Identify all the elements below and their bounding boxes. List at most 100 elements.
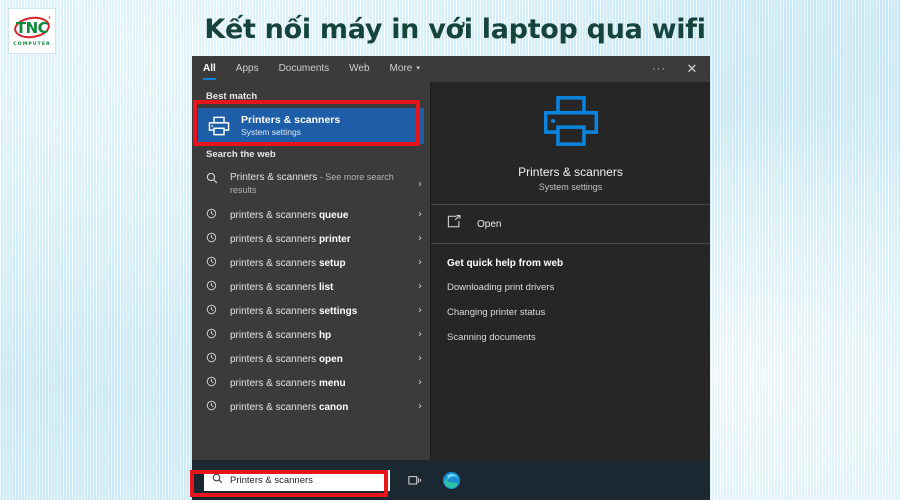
chevron-right-icon: › — [418, 179, 422, 190]
web-result-menu-keyword: menu — [318, 378, 346, 389]
web-result-list-label: printers & scanners list — [230, 276, 414, 294]
web-result-menu[interactable]: printers & scanners menu › — [192, 372, 430, 396]
web-result-setup-keyword: setup — [318, 258, 346, 269]
quick-help-heading: Get quick help from web — [447, 258, 564, 269]
chevron-right-icon: › — [418, 377, 422, 388]
web-result-settings-keyword: settings — [318, 306, 358, 317]
preview-title: Printers & scanners — [518, 164, 623, 179]
history-icon — [206, 232, 222, 243]
history-icon — [206, 400, 222, 411]
history-icon — [206, 328, 222, 339]
window-controls: ··· ✕ — [644, 56, 710, 82]
web-result-printer[interactable]: printers & scanners printer › — [192, 228, 430, 252]
chevron-right-icon: › — [418, 281, 422, 292]
web-result-see-more-query: Printers & scanners — [230, 172, 318, 183]
web-result-printer-label: printers & scanners printer — [230, 228, 414, 246]
printer-icon — [207, 114, 231, 138]
tab-documents-label: Documents — [278, 63, 330, 74]
web-result-printer-keyword: printer — [318, 234, 351, 245]
open-button-label: Open — [477, 218, 502, 230]
web-result-hp-keyword: hp — [318, 330, 332, 341]
logo-registered-mark: ® — [48, 15, 51, 20]
logo-subtitle-text: COMPUTER — [13, 42, 51, 47]
web-result-printer-prefix: printers & scanners — [230, 234, 319, 245]
chevron-right-icon: › — [418, 353, 422, 364]
search-the-web-heading: Search the web — [206, 149, 276, 160]
edge-browser-icon[interactable] — [436, 471, 466, 490]
search-icon — [212, 471, 223, 489]
tab-more[interactable]: More ▾ — [390, 60, 420, 78]
web-result-settings-label: printers & scanners settings — [230, 300, 414, 318]
tab-web[interactable]: Web — [349, 60, 369, 78]
best-match-title: Printers & scanners — [241, 114, 341, 127]
best-match-subtitle: System settings — [241, 127, 301, 138]
chevron-down-icon: ▾ — [416, 65, 420, 73]
more-options-icon[interactable]: ··· — [644, 63, 674, 75]
quick-help-block: Get quick help from web Downloading prin… — [431, 244, 710, 357]
best-match-result-printers-and-scanners[interactable]: Printers & scanners System settings — [198, 108, 424, 144]
taskbar-search-value: Printers & scanners — [230, 474, 313, 486]
taskbar-search-input[interactable]: Printers & scanners — [204, 469, 390, 491]
best-match-heading: Best match — [206, 91, 258, 102]
printer-icon-large — [542, 95, 600, 152]
tnc-computer-logo: TNC ® COMPUTER — [8, 8, 56, 54]
history-icon — [206, 256, 222, 267]
taskbar: Printers & scanners — [192, 460, 710, 500]
web-result-open-label: printers & scanners open — [230, 348, 414, 366]
help-link-changing-printer-status[interactable]: Changing printer status — [447, 307, 710, 318]
web-result-queue-label: printers & scanners queue — [230, 204, 414, 222]
chevron-right-icon: › — [418, 329, 422, 340]
logo-mark: TNC ® — [12, 14, 52, 41]
preview-hero: Printers & scanners System settings — [431, 82, 710, 204]
web-result-list[interactable]: printers & scanners list › — [192, 276, 430, 300]
chevron-right-icon: › — [418, 257, 422, 268]
help-link-scanning-documents[interactable]: Scanning documents — [447, 332, 710, 343]
chevron-right-icon: › — [418, 401, 422, 412]
web-result-hp[interactable]: printers & scanners hp › — [192, 324, 430, 348]
preview-pane: Printers & scanners System settings Open — [430, 82, 710, 460]
close-icon[interactable]: ✕ — [674, 62, 710, 77]
history-icon — [206, 376, 222, 387]
open-button[interactable]: Open — [431, 205, 710, 243]
search-tabbar: All Apps Documents Web More ▾ ··· ✕ — [192, 56, 710, 82]
tab-apps[interactable]: Apps — [236, 60, 259, 78]
web-result-open-keyword: open — [318, 354, 343, 365]
web-result-list-prefix: printers & scanners — [230, 282, 319, 293]
web-result-hp-label: printers & scanners hp — [230, 324, 414, 342]
history-icon — [206, 208, 222, 219]
search-results-pane: Best match Printers & scanners System se… — [192, 82, 430, 460]
search-icon — [206, 172, 222, 184]
chevron-right-icon: › — [418, 305, 422, 316]
tab-documents[interactable]: Documents — [279, 60, 330, 78]
logo-brand-text: TNC — [15, 18, 49, 37]
web-result-setup[interactable]: printers & scanners setup › — [192, 252, 430, 276]
history-icon — [206, 304, 222, 315]
web-result-setup-prefix: printers & scanners — [230, 258, 319, 269]
preview-subtitle: System settings — [538, 181, 603, 192]
web-result-queue-keyword: queue — [318, 210, 349, 221]
web-result-settings[interactable]: printers & scanners settings › — [192, 300, 430, 324]
web-result-settings-prefix: printers & scanners — [230, 306, 319, 317]
web-result-canon-label: printers & scanners canon — [230, 396, 414, 414]
tab-all-label: All — [203, 63, 216, 74]
help-link-downloading-print-drivers[interactable]: Downloading print drivers — [447, 282, 710, 293]
chevron-right-icon: › — [418, 233, 422, 244]
open-external-icon — [447, 215, 467, 233]
web-result-canon-prefix: printers & scanners — [230, 402, 319, 413]
web-result-open[interactable]: printers & scanners open › — [192, 348, 430, 372]
tab-apps-label: Apps — [235, 63, 259, 74]
web-result-menu-label: printers & scanners menu — [230, 372, 414, 390]
web-result-hp-prefix: printers & scanners — [230, 330, 319, 341]
web-result-see-more[interactable]: Printers & scanners - See more search re… — [192, 166, 430, 204]
web-result-list-keyword: list — [318, 282, 334, 293]
web-result-queue[interactable]: printers & scanners queue › — [192, 204, 430, 228]
chevron-right-icon: › — [418, 209, 422, 220]
page-title: Kết nối máy in với laptop qua wifi — [204, 14, 706, 45]
web-result-open-prefix: printers & scanners — [230, 354, 319, 365]
web-result-see-more-label: Printers & scanners - See more search re… — [230, 169, 414, 197]
task-view-icon[interactable] — [400, 474, 430, 487]
tab-all[interactable]: All — [203, 60, 216, 80]
web-result-setup-label: printers & scanners setup — [230, 252, 414, 270]
web-result-canon[interactable]: printers & scanners canon › — [192, 396, 430, 420]
web-result-queue-prefix: printers & scanners — [230, 210, 319, 221]
